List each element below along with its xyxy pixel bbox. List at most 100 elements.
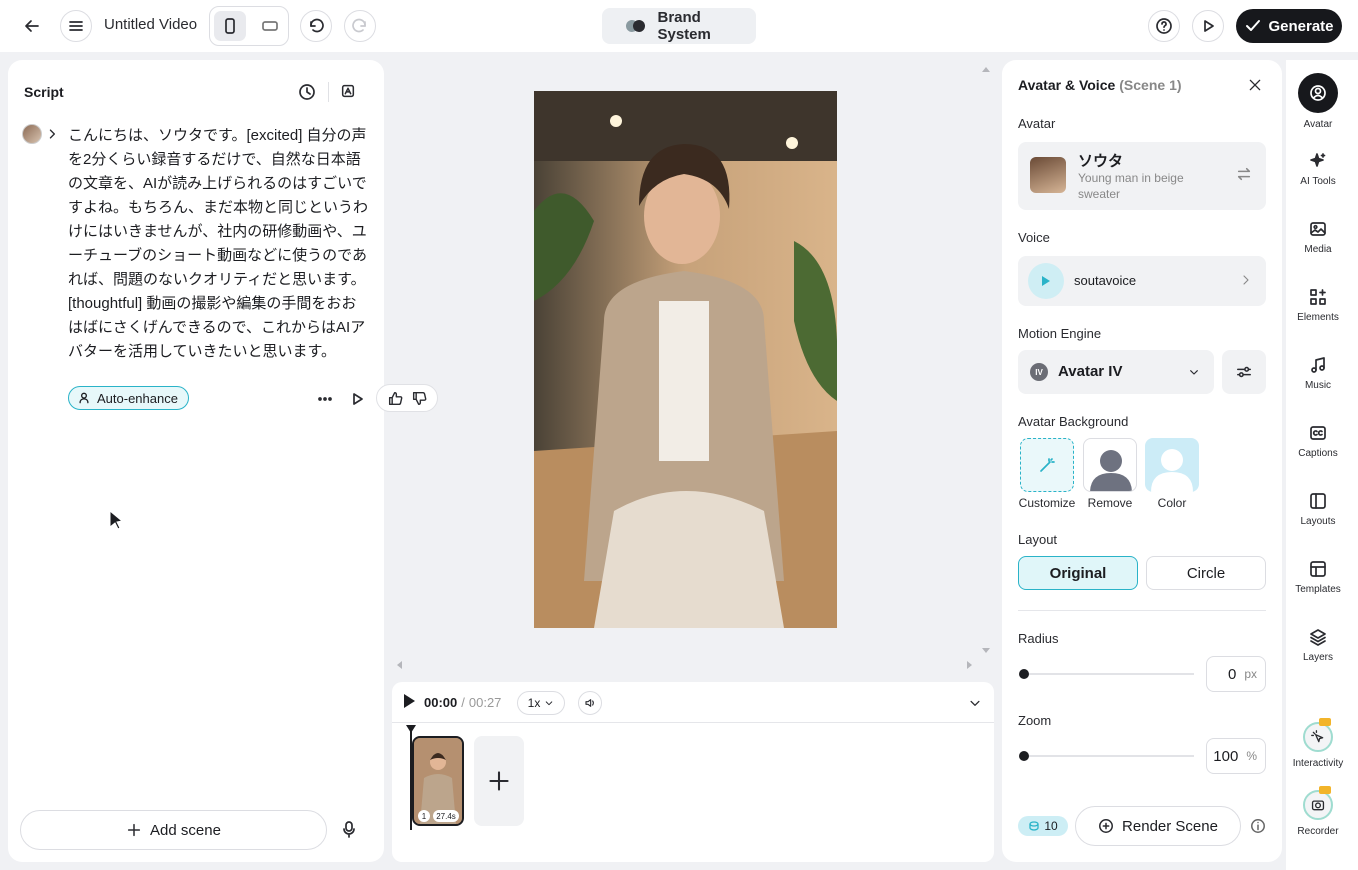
swap-avatar-button[interactable] (1236, 166, 1252, 182)
back-button[interactable] (16, 10, 48, 42)
premium-badge-icon (1319, 718, 1331, 726)
video-title[interactable]: Untitled Video (104, 16, 197, 33)
sidebar-label-templates: Templates (1295, 584, 1341, 595)
brand-system-button[interactable]: Brand System (602, 8, 756, 44)
add-scene-tile[interactable] (474, 736, 524, 826)
microphone-button[interactable] (340, 820, 358, 838)
redo-button[interactable] (344, 10, 376, 42)
render-scene-label: Render Scene (1122, 817, 1218, 835)
avatar-preview[interactable] (534, 91, 837, 628)
speed-value: 1x (527, 696, 541, 710)
thumbs-down-icon[interactable] (412, 391, 427, 406)
expand-button[interactable] (45, 127, 59, 141)
zoom-input[interactable]: 100 % (1206, 738, 1266, 774)
feedback-buttons (376, 384, 438, 412)
sidebar-item-templates[interactable]: Templates (1286, 560, 1350, 595)
script-text[interactable]: こんにちは、ソウタです。[excited] 自分の声を2分くらい録音するだけで、… (68, 124, 370, 364)
motion-settings-button[interactable] (1222, 350, 1266, 394)
scene-number-badge: 1 (418, 810, 430, 822)
portrait-button[interactable] (214, 11, 246, 41)
orientation-toggle (209, 6, 289, 46)
radius-slider[interactable] (1024, 673, 1194, 675)
zoom-slider[interactable] (1024, 755, 1194, 757)
play-icon (1204, 20, 1214, 32)
total-time: 00:27 (468, 695, 502, 710)
sidebar-item-media[interactable]: Media (1286, 220, 1350, 255)
scroll-down-icon[interactable] (981, 646, 991, 656)
volume-button[interactable] (578, 691, 602, 715)
render-scene-button[interactable]: Render Scene (1075, 806, 1241, 846)
chevron-down-icon (546, 701, 553, 706)
avatar-thumbnail[interactable] (22, 124, 42, 144)
credits-badge: 10 (1018, 816, 1068, 836)
history-button[interactable] (298, 83, 316, 101)
avatar-card[interactable]: ソウタ Young man in beige sweater (1018, 142, 1266, 210)
script-settings-button[interactable] (340, 83, 356, 99)
close-panel-button[interactable] (1248, 78, 1262, 92)
speed-dropdown[interactable]: 1x (517, 691, 565, 715)
landscape-button[interactable] (254, 11, 286, 41)
layers-icon (1310, 629, 1326, 646)
voice-chevron (1240, 274, 1252, 286)
more-options-button[interactable] (316, 390, 334, 408)
scroll-right-icon[interactable] (965, 660, 975, 670)
undo-button[interactable] (300, 10, 332, 42)
redo-icon (352, 18, 366, 33)
collapse-timeline-button[interactable] (968, 696, 982, 710)
shapes-icon (1310, 289, 1326, 305)
voice-card[interactable]: soutavoice (1018, 256, 1266, 306)
voice-play-button[interactable] (1028, 263, 1064, 299)
radius-slider-knob[interactable] (1019, 669, 1029, 679)
preview-button[interactable] (1192, 10, 1224, 42)
sidebar-item-layers[interactable]: Layers (1286, 628, 1350, 663)
close-icon (1249, 79, 1261, 91)
zoom-slider-knob[interactable] (1019, 751, 1029, 761)
sidebar-label-captions: Captions (1298, 448, 1338, 459)
menu-button[interactable] (60, 10, 92, 42)
zoom-label: Zoom (1018, 713, 1052, 728)
sidebar-label-layers: Layers (1302, 652, 1333, 663)
play-filled-icon (404, 694, 415, 708)
radius-value: 0 (1227, 665, 1237, 683)
sidebar-item-layouts[interactable]: Layouts (1286, 492, 1350, 527)
sidebar-item-captions[interactable]: Captions (1286, 424, 1350, 459)
microphone-icon (343, 821, 355, 838)
thumbs-up-icon[interactable] (388, 391, 403, 406)
render-info-button[interactable] (1250, 818, 1266, 834)
play-filled-icon (1042, 276, 1050, 286)
info-icon (1251, 819, 1265, 833)
motion-engine-dropdown[interactable]: IV Avatar IV (1018, 350, 1214, 394)
sidebar-label-elements: Elements (1297, 312, 1339, 323)
help-button[interactable] (1148, 10, 1180, 42)
scene-thumbnail[interactable]: 1 27.4s (412, 736, 464, 826)
generate-button[interactable]: Generate (1236, 9, 1342, 43)
sidebar-item-music[interactable]: Music (1286, 356, 1350, 391)
panel-scene: (Scene 1) (1119, 77, 1182, 93)
color-background-option[interactable] (1145, 438, 1199, 492)
sidebar-label-avatar: Avatar (1303, 119, 1333, 130)
scroll-left-icon[interactable] (394, 660, 404, 670)
radius-input[interactable]: 0 px (1206, 656, 1266, 692)
layout-original-button[interactable]: Original (1018, 556, 1138, 590)
play-outline-icon (353, 393, 363, 405)
radius-unit: px (1244, 667, 1257, 681)
customize-background-option[interactable] (1020, 438, 1074, 492)
sidebar-item-interactivity[interactable]: Interactivity (1286, 718, 1350, 769)
add-scene-button[interactable]: Add scene (20, 810, 327, 850)
sidebar-item-ai-tools[interactable]: AI Tools (1286, 152, 1350, 187)
scroll-up-icon[interactable] (981, 64, 991, 74)
camera-icon (1303, 790, 1333, 820)
zoom-value: 100 (1213, 747, 1239, 765)
sidebar-item-recorder[interactable]: Recorder (1286, 786, 1350, 837)
remove-background-option[interactable] (1083, 438, 1137, 492)
sliders-icon (1237, 366, 1251, 378)
layout-circle-button[interactable]: Circle (1146, 556, 1266, 590)
play-scene-button[interactable] (348, 390, 366, 408)
coins-icon (1029, 821, 1039, 831)
sidebar-item-elements[interactable]: Elements (1286, 288, 1350, 323)
playhead-handle-icon[interactable] (405, 724, 417, 734)
auto-enhance-button[interactable]: Auto-enhance (68, 386, 189, 410)
timeline-play-button[interactable] (402, 693, 416, 709)
sidebar-item-avatar[interactable]: Avatar (1286, 73, 1350, 130)
plus-icon (489, 771, 509, 791)
